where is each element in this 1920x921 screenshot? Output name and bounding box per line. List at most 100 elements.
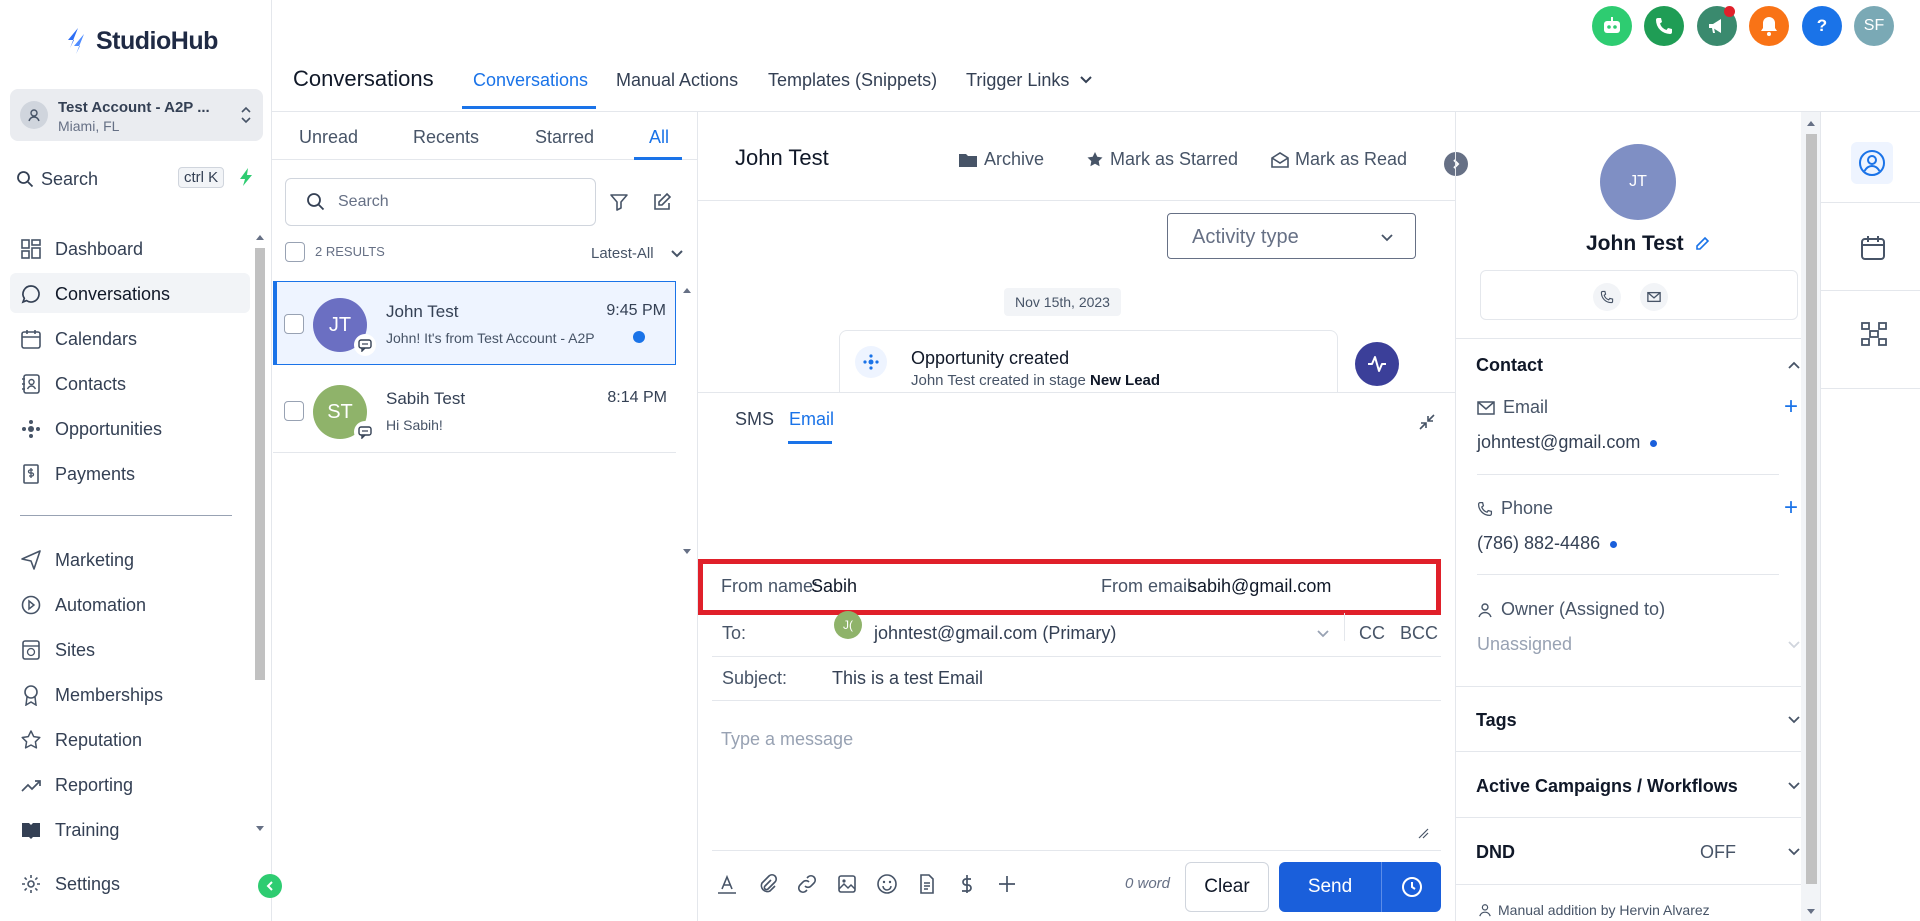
chat-badge-icon — [354, 334, 376, 356]
mark-starred-button[interactable]: Mark as Starred — [1086, 149, 1238, 170]
chevron-down-icon[interactable] — [1786, 712, 1802, 728]
mark-read-button[interactable]: Mark as Read — [1271, 149, 1407, 170]
send-button[interactable]: Send — [1279, 862, 1381, 912]
tab-conversations[interactable]: Conversations — [473, 70, 588, 91]
chevron-up-icon[interactable] — [1786, 357, 1802, 373]
plus-icon[interactable] — [996, 873, 1018, 895]
ai-bot-button[interactable] — [1592, 6, 1632, 46]
conversation-checkbox[interactable] — [284, 401, 304, 421]
tab-manual-actions[interactable]: Manual Actions — [616, 70, 738, 91]
brand-logo[interactable]: StudioHub — [64, 26, 218, 56]
conversation-item[interactable]: ST Sabih Test 8:14 PM Hi Sabih! — [273, 369, 676, 453]
emoji-icon[interactable] — [876, 873, 898, 895]
archive-button[interactable]: Archive — [958, 149, 1044, 170]
sidebar-item-reputation[interactable]: Reputation — [10, 719, 250, 759]
from-email-field[interactable]: sabih@gmail.com — [1188, 576, 1331, 597]
from-name-field[interactable]: Sabih — [811, 576, 857, 597]
tab-email[interactable]: Email — [789, 409, 834, 430]
lightning-icon[interactable] — [238, 167, 254, 187]
sidebar-item-automation[interactable]: Automation — [10, 584, 250, 624]
text-format-icon[interactable] — [716, 873, 738, 895]
mail-icon — [1477, 400, 1495, 415]
owner-select[interactable]: Unassigned — [1477, 634, 1572, 655]
sidebar-scrollbar[interactable] — [252, 228, 268, 838]
search-icon — [307, 193, 325, 211]
clear-button[interactable]: Clear — [1185, 862, 1269, 912]
activity-type-select[interactable]: Activity type — [1167, 213, 1416, 259]
book-icon — [22, 823, 40, 839]
tab-all[interactable]: All — [649, 127, 669, 148]
account-switcher[interactable]: Test Account - A2P ... Miami, FL — [10, 89, 263, 141]
chevron-down-icon[interactable] — [670, 247, 684, 261]
sidebar-item-dashboard[interactable]: Dashboard — [10, 228, 250, 268]
compose-icon[interactable] — [652, 192, 672, 212]
subject-input[interactable]: This is a test Email — [832, 668, 983, 689]
sidebar-item-sites[interactable]: Sites — [10, 629, 250, 669]
tab-recents[interactable]: Recents — [413, 127, 479, 148]
sidebar-item-training[interactable]: Training — [10, 809, 250, 849]
contact-phone-value[interactable]: (786) 882-4486 — [1477, 533, 1618, 554]
chevron-down-icon[interactable] — [1315, 626, 1331, 642]
dnd-section-title[interactable]: DND — [1476, 842, 1515, 863]
chevron-down-icon[interactable] — [1786, 844, 1802, 860]
tab-unread[interactable]: Unread — [299, 127, 358, 148]
bcc-button[interactable]: BCC — [1400, 623, 1438, 644]
conversation-checkbox[interactable] — [284, 314, 304, 334]
contact-section-title[interactable]: Contact — [1476, 355, 1543, 376]
to-field[interactable]: johntest@gmail.com (Primary) — [874, 623, 1116, 644]
pencil-icon[interactable] — [1694, 236, 1710, 252]
tab-starred[interactable]: Starred — [535, 127, 594, 148]
phone-button[interactable] — [1644, 6, 1684, 46]
sidebar-item-memberships[interactable]: Memberships — [10, 674, 250, 714]
chevron-down-icon[interactable] — [1786, 778, 1802, 794]
sidebar-item-payments[interactable]: Payments — [10, 453, 250, 493]
select-all-checkbox[interactable] — [285, 242, 305, 262]
sidebar-item-reporting[interactable]: Reporting — [10, 764, 250, 804]
tags-section-title[interactable]: Tags — [1476, 710, 1517, 731]
schedule-send-button[interactable] — [1381, 862, 1441, 912]
call-button[interactable] — [1593, 283, 1621, 311]
sidebar-item-calendars[interactable]: Calendars — [10, 318, 250, 358]
filter-icon[interactable] — [609, 192, 629, 212]
dollar-icon[interactable] — [956, 873, 978, 895]
sidebar-item-label: Reporting — [55, 775, 134, 795]
message-input[interactable]: Type a message — [721, 729, 853, 750]
calendar-icon[interactable] — [1860, 235, 1886, 261]
chevron-down-icon[interactable] — [1786, 637, 1802, 653]
conversation-item[interactable]: JT John Test 9:45 PM John! It's from Tes… — [273, 281, 676, 365]
tab-sms[interactable]: SMS — [735, 409, 774, 430]
sort-dropdown[interactable]: Latest-All — [591, 245, 654, 262]
rail-contact-button[interactable] — [1851, 142, 1893, 184]
opportunities-icon[interactable] — [1860, 321, 1888, 347]
sidebar-item-marketing[interactable]: Marketing — [10, 539, 250, 579]
add-email-button[interactable]: + — [1784, 393, 1798, 421]
conversation-search-input[interactable]: Search — [285, 178, 596, 226]
global-search[interactable]: Search ctrl K — [10, 161, 262, 195]
from-email-label: From email: — [1101, 576, 1197, 596]
minimize-icon[interactable] — [1418, 413, 1436, 431]
contact-scrollbar[interactable] — [1801, 112, 1821, 921]
sidebar-item-settings[interactable]: Settings — [10, 863, 250, 903]
list-scrollbar[interactable] — [680, 281, 694, 561]
document-icon[interactable] — [916, 873, 938, 895]
user-avatar[interactable]: SF — [1854, 6, 1894, 46]
cc-button[interactable]: CC — [1359, 623, 1385, 644]
sidebar-item-conversations[interactable]: Conversations — [10, 273, 250, 313]
announcements-button[interactable] — [1697, 6, 1737, 46]
sidebar-item-contacts[interactable]: Contacts — [10, 363, 250, 403]
resize-handle-icon[interactable] — [1417, 827, 1429, 839]
search-label: Search — [41, 169, 99, 189]
add-phone-button[interactable]: + — [1784, 494, 1798, 522]
image-icon[interactable] — [836, 873, 858, 895]
sidebar-item-opportunities[interactable]: Opportunities — [10, 408, 250, 448]
notifications-button[interactable] — [1749, 6, 1789, 46]
campaigns-section-title[interactable]: Active Campaigns / Workflows — [1476, 776, 1738, 797]
help-button[interactable]: ? — [1802, 6, 1842, 46]
chevron-down-icon[interactable] — [1079, 73, 1093, 87]
tab-templates[interactable]: Templates (Snippets) — [768, 70, 937, 91]
tab-trigger-links[interactable]: Trigger Links — [966, 70, 1069, 91]
link-icon[interactable] — [796, 873, 818, 895]
paperclip-icon[interactable] — [756, 873, 778, 895]
contact-email-value[interactable]: johntest@gmail.com — [1477, 432, 1658, 453]
email-button[interactable] — [1640, 283, 1668, 311]
